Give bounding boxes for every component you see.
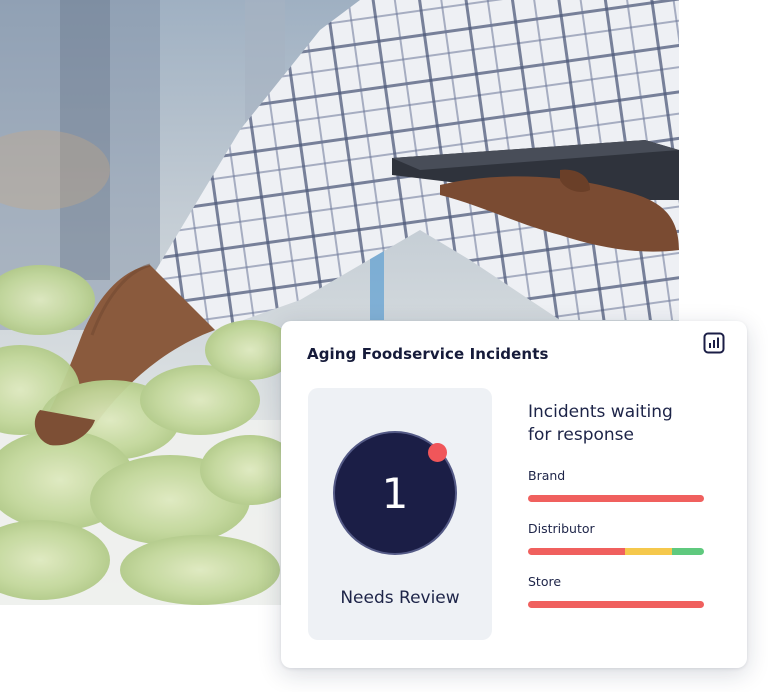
incidents-summary: Incidents waiting for response Brand Dis… [528,401,708,608]
category-brand[interactable]: Brand [528,468,704,502]
aging-incidents-card: Aging Foodservice Incidents 1 Needs Revi… [281,321,747,668]
summary-heading: Incidents waiting for response [528,401,708,447]
status-label: Needs Review [340,588,460,608]
category-store[interactable]: Store [528,574,704,608]
progress-segment [528,548,625,555]
category-label: Store [528,574,562,589]
category-label: Distributor [528,521,595,536]
category-label: Brand [528,468,566,483]
category-progress-bar [528,601,704,608]
progress-segment [528,495,704,502]
summary-heading-line1: Incidents waiting [528,402,673,422]
progress-segment [624,548,673,555]
category-progress-bar [528,548,704,555]
summary-heading-line2: for response [528,425,634,445]
needs-review-panel[interactable]: 1 Needs Review [308,388,492,640]
card-title: Aging Foodservice Incidents [307,345,549,363]
progress-segment [528,601,704,608]
bar-chart-icon[interactable] [703,332,725,354]
category-distributor[interactable]: Distributor [528,521,704,555]
incident-count: 1 [381,468,409,518]
alert-dot-icon [428,443,447,462]
progress-segment [672,548,704,555]
category-progress-bar [528,495,704,502]
